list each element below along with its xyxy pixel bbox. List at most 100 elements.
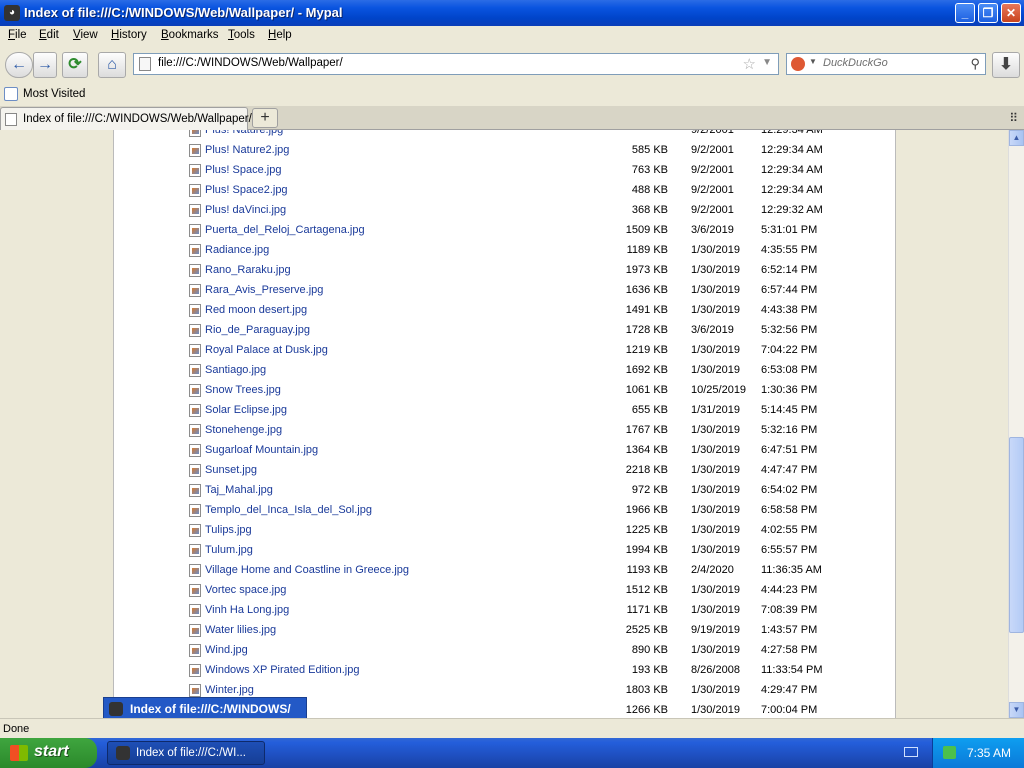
reload-button[interactable]: ⟳ bbox=[62, 52, 88, 78]
menu-view[interactable]: View bbox=[73, 29, 98, 41]
file-date: 1/30/2019 bbox=[691, 504, 740, 516]
file-row: Rio_de_Paraguay.jpg 1728 KB 3/6/2019 5:32:5… bbox=[114, 320, 895, 340]
download-button[interactable]: ⬇ bbox=[992, 52, 1020, 78]
file-name-link[interactable]: Sunset.jpg bbox=[205, 464, 257, 476]
file-time: 6:55:57 PM bbox=[761, 544, 818, 556]
keyboard-icon[interactable] bbox=[904, 747, 918, 757]
file-name-link[interactable]: Sugarloaf Mountain.jpg bbox=[205, 444, 318, 456]
file-name-link[interactable]: Village Home and Coastline in Greece.jpg bbox=[205, 564, 409, 576]
file-name-link[interactable]: Rara_Avis_Preserve.jpg bbox=[205, 284, 323, 296]
bookmark-star-icon[interactable]: ☆ bbox=[743, 55, 756, 73]
file-name-link[interactable]: Puerta_del_Reloj_Cartagena.jpg bbox=[205, 224, 365, 236]
file-name-link[interactable]: Snow Trees.jpg bbox=[205, 384, 281, 396]
file-name-link[interactable]: Royal Palace at Dusk.jpg bbox=[205, 344, 328, 356]
url-text[interactable]: file:///C:/WINDOWS/Web/Wallpaper/ bbox=[158, 57, 343, 69]
file-name-link[interactable]: Winter.jpg bbox=[205, 684, 254, 696]
taskbar-window-item[interactable]: Index of file:///C:/WI... bbox=[107, 741, 265, 765]
tab-strip: Index of file:///C:/WINDOWS/Web/Wallpape… bbox=[0, 106, 1024, 130]
file-size: 1966 KB bbox=[625, 504, 668, 516]
home-button[interactable]: ⌂ bbox=[98, 52, 126, 78]
tab-list-icon[interactable]: ⠿ bbox=[1009, 111, 1018, 125]
file-row: Village Home and Coastline in Greece.jpg… bbox=[114, 560, 895, 580]
file-date: 1/30/2019 bbox=[691, 604, 740, 616]
menu-help[interactable]: Help bbox=[268, 29, 292, 41]
file-size: 1364 KB bbox=[625, 444, 668, 456]
jpg-file-icon bbox=[189, 624, 201, 637]
most-visited-icon[interactable] bbox=[4, 87, 18, 101]
file-row: Plus! Space2.jpg 488 KB 9/2/2001 12:29:34 A… bbox=[114, 180, 895, 200]
file-time: 4:47:47 PM bbox=[761, 464, 818, 476]
file-row: Sugarloaf Mountain.jpg 1364 KB 1/30/2019 6:… bbox=[114, 440, 895, 460]
jpg-file-icon bbox=[189, 484, 201, 497]
duckduckgo-icon[interactable] bbox=[791, 57, 805, 71]
file-date: 1/30/2019 bbox=[691, 264, 740, 276]
file-name-link[interactable]: Taj_Mahal.jpg bbox=[205, 484, 273, 496]
maximize-button[interactable]: ❐ bbox=[978, 3, 998, 23]
file-name-link[interactable]: Plus! Space.jpg bbox=[205, 164, 281, 176]
raccoon-icon[interactable]: ◕ bbox=[4, 5, 20, 21]
file-name-link[interactable]: Vortec space.jpg bbox=[205, 584, 286, 596]
chevron-down-icon[interactable]: ▼ bbox=[762, 57, 772, 68]
file-name-link[interactable]: Stonehenge.jpg bbox=[205, 424, 282, 436]
file-name-link[interactable]: Rio_de_Paraguay.jpg bbox=[205, 324, 310, 336]
file-time: 12:29:32 AM bbox=[761, 204, 823, 216]
file-name-link[interactable]: Santiago.jpg bbox=[205, 364, 266, 376]
new-tab-button[interactable]: + bbox=[252, 108, 278, 128]
file-name-link[interactable]: Windows XP Pirated Edition.jpg bbox=[205, 664, 360, 676]
file-date: 1/30/2019 bbox=[691, 344, 740, 356]
file-time: 5:32:16 PM bbox=[761, 424, 818, 436]
menu-edit[interactable]: Edit bbox=[39, 29, 59, 41]
magnifier-icon[interactable]: ⚲ bbox=[970, 56, 980, 72]
jpg-file-icon bbox=[189, 224, 201, 237]
scroll-down-icon[interactable]: ▼ bbox=[1009, 702, 1024, 718]
file-name-link[interactable]: Rano_Raraku.jpg bbox=[205, 264, 291, 276]
tab-index[interactable]: Index of file:///C:/WINDOWS/Web/Wallpape… bbox=[0, 107, 252, 130]
menu-file[interactable]: File bbox=[8, 29, 27, 41]
file-name-link[interactable]: Plus! daVinci.jpg bbox=[205, 204, 286, 216]
file-size: 1219 KB bbox=[625, 344, 668, 356]
search-box[interactable]: ▼ DuckDuckGo ⚲ bbox=[786, 53, 986, 75]
scrollbar-thumb[interactable] bbox=[1009, 437, 1024, 633]
bookmark-most-visited[interactable]: Most Visited bbox=[23, 88, 85, 100]
file-name-link[interactable]: Solar Eclipse.jpg bbox=[205, 404, 287, 416]
file-time: 4:35:55 PM bbox=[761, 244, 818, 256]
menu-bookmarks[interactable]: Bookmarks bbox=[161, 29, 219, 41]
network-icon[interactable] bbox=[943, 746, 956, 759]
file-time: 11:36:35 AM bbox=[761, 564, 822, 576]
file-time: 5:31:01 PM bbox=[761, 224, 818, 236]
search-input[interactable]: DuckDuckGo bbox=[823, 57, 888, 69]
menu-history[interactable]: History bbox=[111, 29, 147, 41]
start-button[interactable]: start bbox=[0, 738, 97, 768]
file-name-link[interactable]: Tulips.jpg bbox=[205, 524, 252, 536]
minimize-button[interactable]: _ bbox=[955, 3, 975, 23]
file-name-link[interactable]: Plus! Nature.jpg bbox=[205, 130, 283, 136]
file-size: 1061 KB bbox=[625, 384, 668, 396]
title-bar[interactable]: ◕ Index of file:///C:/WINDOWS/Web/Wallpa… bbox=[0, 0, 1024, 26]
jpg-file-icon bbox=[189, 664, 201, 677]
file-name-link[interactable]: Tulum.jpg bbox=[205, 544, 253, 556]
file-name-link[interactable]: Water lilies.jpg bbox=[205, 624, 276, 636]
close-button[interactable]: ✕ bbox=[1001, 3, 1021, 23]
file-row: Windows XP Pirated Edition.jpg 193 KB 8/26… bbox=[114, 660, 895, 680]
back-button[interactable]: ← bbox=[5, 52, 33, 78]
scroll-up-icon[interactable]: ▲ bbox=[1009, 130, 1024, 146]
jpg-file-icon bbox=[189, 344, 201, 357]
search-engine-dropdown-icon[interactable]: ▼ bbox=[809, 57, 817, 66]
file-date: 9/2/2001 bbox=[691, 164, 734, 176]
file-name-link[interactable]: Wind.jpg bbox=[205, 644, 248, 656]
forward-button[interactable]: → bbox=[33, 52, 57, 78]
menu-tools[interactable]: Tools bbox=[228, 29, 255, 41]
file-name-link[interactable]: Red moon desert.jpg bbox=[205, 304, 307, 316]
file-name-link[interactable]: Templo_del_Inca_Isla_del_Sol.jpg bbox=[205, 504, 372, 516]
file-time: 4:43:38 PM bbox=[761, 304, 818, 316]
file-date: 9/19/2019 bbox=[691, 624, 740, 636]
status-text: Done bbox=[3, 723, 30, 735]
address-bar[interactable]: file:///C:/WINDOWS/Web/Wallpaper/ ☆ ▼ bbox=[133, 53, 779, 75]
file-name-link[interactable]: Plus! Space2.jpg bbox=[205, 184, 288, 196]
file-name-link[interactable]: Plus! Nature2.jpg bbox=[205, 144, 289, 156]
file-name-link[interactable]: Radiance.jpg bbox=[205, 244, 269, 256]
file-name-link[interactable]: Vinh Ha Long.jpg bbox=[205, 604, 289, 616]
clock[interactable]: 7:35 AM bbox=[967, 746, 1011, 760]
file-time: 7:08:39 PM bbox=[761, 604, 818, 616]
vertical-scrollbar[interactable]: ▲ ▼ bbox=[1008, 130, 1024, 718]
